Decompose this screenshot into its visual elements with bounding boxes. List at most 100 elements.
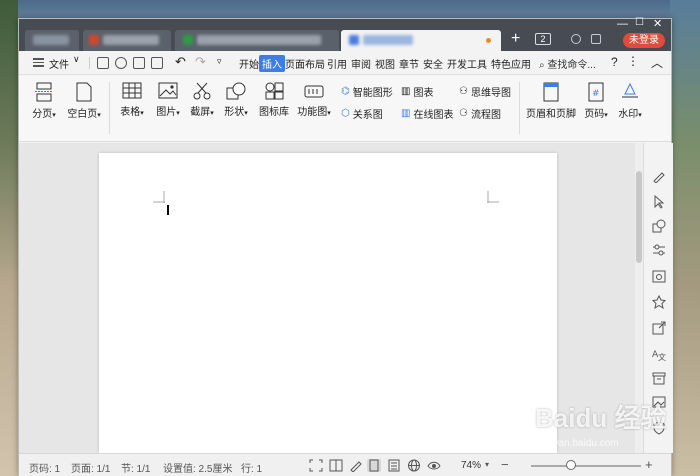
menu-references[interactable]: 引用 bbox=[327, 56, 347, 71]
minimize-icon[interactable]: — bbox=[617, 18, 628, 30]
web-view-icon[interactable] bbox=[407, 459, 421, 472]
edit-mode-icon[interactable] bbox=[349, 459, 363, 473]
sliders-icon[interactable] bbox=[652, 243, 666, 257]
header-footer-button[interactable]: 页眉和页脚 bbox=[525, 82, 577, 120]
file-menu[interactable]: 文件 bbox=[49, 56, 69, 71]
relation-chart-button[interactable]: ⬡ 关系图 bbox=[341, 106, 383, 121]
library-icon[interactable] bbox=[652, 269, 666, 283]
status-line[interactable]: 行: 1 bbox=[241, 460, 262, 475]
menu-chapter[interactable]: 章节 bbox=[399, 56, 419, 71]
page-break-button[interactable]: 分页▾ bbox=[29, 82, 59, 120]
table-button[interactable]: 表格▾ bbox=[117, 82, 147, 118]
smart-graphic-button[interactable]: ⌬ 智能图形 bbox=[341, 84, 393, 99]
function-chart-button[interactable]: 功能图▾ bbox=[295, 82, 333, 118]
scrollbar-thumb[interactable] bbox=[636, 171, 642, 263]
tab-2[interactable] bbox=[83, 30, 171, 51]
table-label: 表格 bbox=[120, 107, 141, 118]
menu-hamburger-icon[interactable] bbox=[33, 58, 44, 67]
page-number-button[interactable]: # 页码▾ bbox=[581, 82, 611, 120]
more-icon[interactable]: ⋮ bbox=[627, 54, 639, 68]
picture-button[interactable]: 图片▾ bbox=[153, 82, 183, 118]
cloud-sync-icon[interactable] bbox=[571, 34, 581, 44]
page-view-icon[interactable] bbox=[367, 459, 381, 472]
menu-developer-tools[interactable]: 开发工具 bbox=[447, 56, 487, 71]
status-pages[interactable]: 页面: 1/1 bbox=[71, 460, 110, 475]
zoom-slider[interactable] bbox=[531, 465, 641, 467]
menu-security[interactable]: 安全 bbox=[423, 56, 443, 71]
collapse-ribbon-icon[interactable]: ︿ bbox=[651, 54, 663, 71]
blank-page-button[interactable]: 空白页▾ bbox=[65, 82, 103, 120]
menu-page-layout[interactable]: 页面布局 bbox=[285, 56, 325, 71]
cursor-select-icon[interactable] bbox=[652, 194, 666, 209]
tab-3[interactable] bbox=[175, 30, 339, 51]
svg-text:文: 文 bbox=[658, 352, 666, 361]
status-setting[interactable]: 设置值: 2.5厘米 bbox=[163, 460, 232, 475]
watermark-button[interactable]: 水印▾ bbox=[615, 82, 645, 120]
quick-access-chevron-icon[interactable]: ▿ bbox=[217, 56, 222, 67]
status-page-code[interactable]: 页码: 1 bbox=[29, 460, 60, 475]
status-section[interactable]: 节: 1/1 bbox=[121, 460, 150, 475]
file-menu-chevron-down-icon[interactable]: ∨ bbox=[73, 54, 80, 65]
share-icon[interactable] bbox=[652, 321, 666, 335]
table-icon bbox=[122, 82, 142, 99]
print-preview-icon[interactable] bbox=[151, 57, 163, 69]
skin-icon[interactable] bbox=[591, 34, 601, 44]
flow-chart-button[interactable]: ⚆ 流程图 bbox=[459, 106, 501, 121]
document-page[interactable] bbox=[99, 153, 557, 453]
archive-icon[interactable] bbox=[652, 371, 666, 385]
undo-icon[interactable]: ↶ bbox=[175, 54, 186, 70]
shape-button[interactable]: 形状▾ bbox=[221, 82, 251, 118]
desktop-background-left bbox=[0, 0, 18, 476]
print-icon[interactable] bbox=[133, 57, 145, 69]
login-button[interactable]: 未登录 bbox=[623, 33, 665, 48]
menu-special-apps[interactable]: 特色应用 bbox=[491, 56, 531, 71]
eye-protection-icon[interactable] bbox=[427, 459, 441, 472]
tab-1-label bbox=[33, 35, 69, 45]
icon-library-button[interactable]: 图标库 bbox=[257, 82, 291, 118]
menu-review[interactable]: 审阅 bbox=[351, 56, 371, 71]
search-command[interactable]: ⌕ 查找命令... bbox=[539, 56, 596, 71]
bar-chart-icon: ▥ bbox=[401, 86, 411, 97]
shape-label: 形状 bbox=[224, 107, 245, 118]
zoom-value[interactable]: 74% bbox=[461, 460, 481, 471]
translate-icon[interactable]: A文 bbox=[652, 347, 666, 362]
menu-insert[interactable]: 插入 bbox=[259, 55, 285, 72]
reading-mode-icon[interactable] bbox=[329, 459, 343, 472]
star-icon[interactable] bbox=[651, 294, 667, 310]
close-icon[interactable]: ✕ bbox=[653, 17, 662, 30]
screenshot-label: 截屏 bbox=[190, 107, 211, 118]
icon-library-label: 图标库 bbox=[259, 107, 289, 118]
zoom-slider-knob[interactable] bbox=[566, 460, 576, 470]
zoom-in-icon[interactable]: + bbox=[645, 457, 653, 472]
online-chart-button[interactable]: ▥ 在线图表 bbox=[401, 106, 453, 121]
margin-corner-top-left bbox=[153, 191, 165, 203]
help-icon[interactable]: ? bbox=[611, 55, 618, 69]
menu-view[interactable]: 视图 bbox=[375, 56, 395, 71]
zoom-out-icon[interactable]: − bbox=[501, 457, 509, 472]
tab-3-label bbox=[197, 35, 321, 45]
pen-icon[interactable] bbox=[652, 169, 666, 184]
tab-active-document[interactable] bbox=[341, 30, 501, 51]
ribbon-divider bbox=[519, 82, 520, 134]
menu-start[interactable]: 开始 bbox=[239, 56, 259, 71]
outline-view-icon[interactable] bbox=[387, 459, 401, 472]
picture-icon bbox=[158, 82, 178, 99]
chart-button[interactable]: ▥ 图表 bbox=[401, 84, 433, 99]
smart-graphic-label: 智能图形 bbox=[352, 88, 393, 99]
shapes-icon[interactable] bbox=[652, 219, 666, 233]
mind-map-button[interactable]: ⚇ 思维导图 bbox=[459, 84, 511, 99]
fullscreen-icon[interactable] bbox=[309, 459, 323, 472]
maximize-icon[interactable]: ☐ bbox=[635, 17, 644, 28]
screenshot-button[interactable]: 截屏▾ bbox=[187, 82, 217, 118]
save-icon[interactable] bbox=[97, 57, 109, 69]
export-pdf-icon[interactable] bbox=[115, 57, 127, 69]
tab-count-badge[interactable]: 2 bbox=[535, 33, 551, 45]
zoom-dropdown-chevron-icon[interactable]: ▾ bbox=[485, 460, 489, 469]
tab-4-label bbox=[363, 35, 413, 45]
margin-corner-top-right bbox=[487, 191, 499, 203]
new-tab-plus-icon[interactable]: + bbox=[511, 31, 520, 47]
redo-icon[interactable]: ↷ bbox=[195, 54, 206, 70]
page-break-icon bbox=[35, 82, 53, 102]
blank-page-icon bbox=[76, 82, 92, 102]
tab-1[interactable] bbox=[25, 30, 79, 51]
